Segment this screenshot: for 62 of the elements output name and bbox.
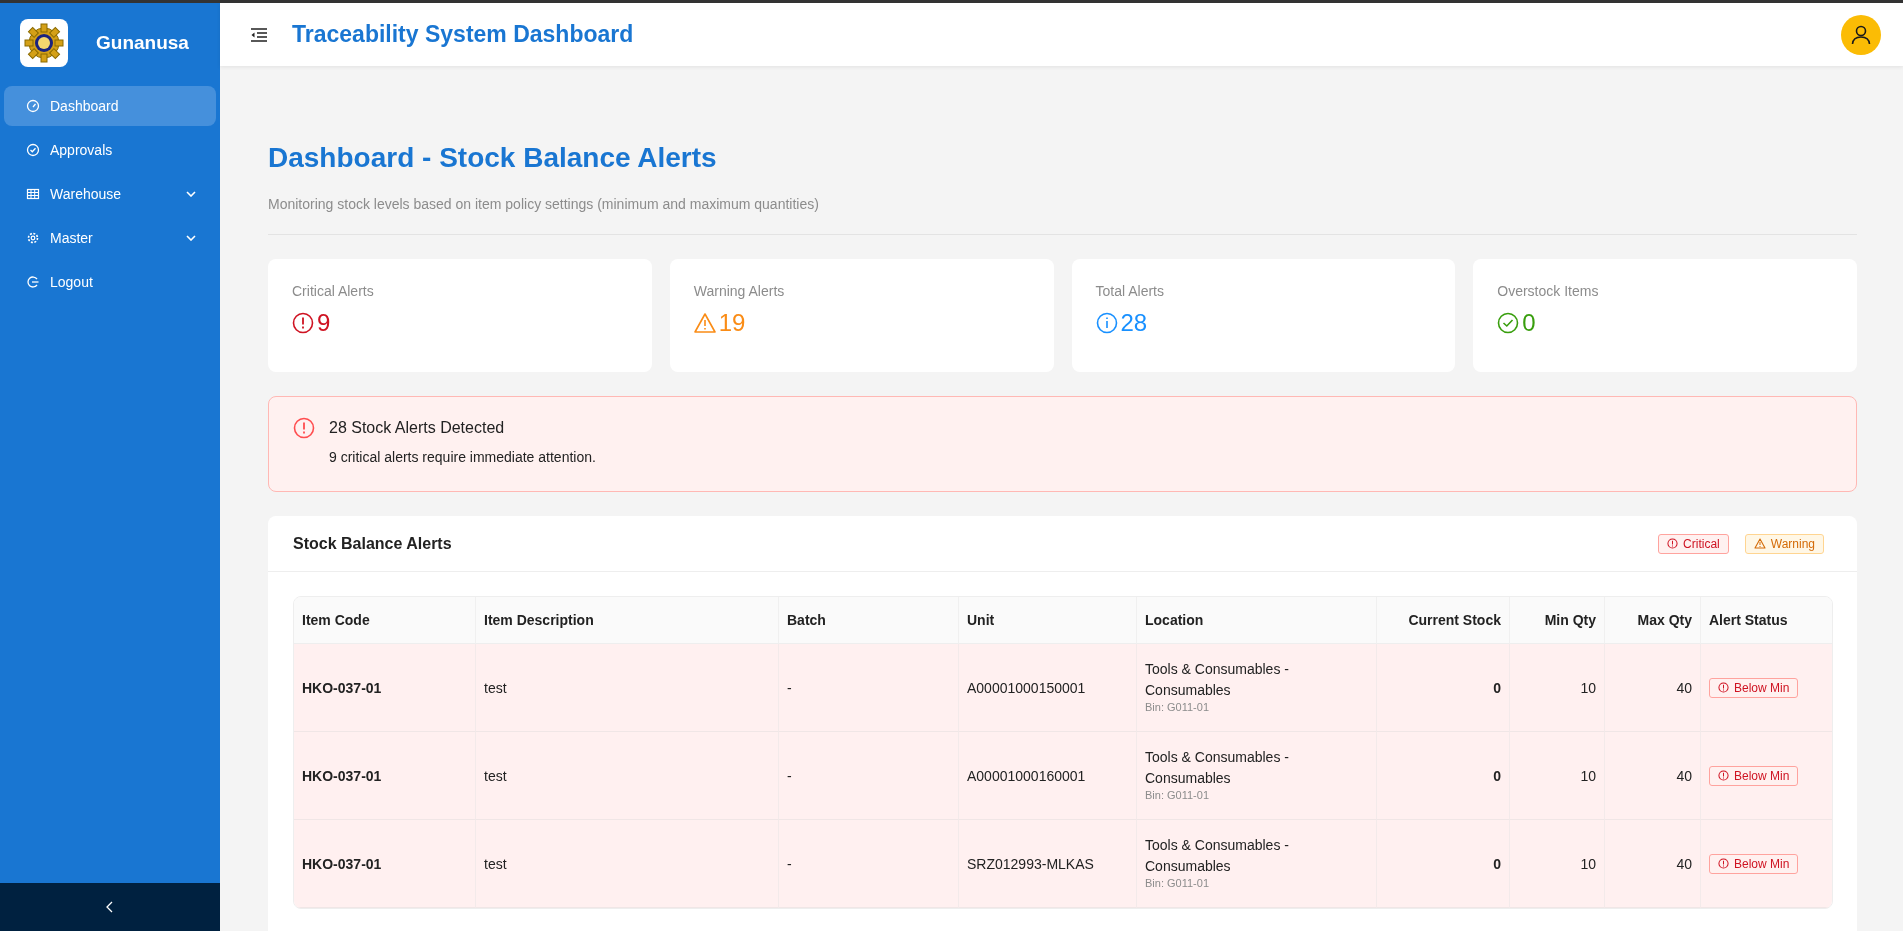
location-text: Tools & Consumables - Consumables <box>1145 660 1290 700</box>
table-cell: SRZ012993-MLKAS <box>958 820 1136 908</box>
user-avatar-icon[interactable] <box>1841 14 1881 55</box>
alert-message: 9 critical alerts require immediate attention. <box>329 449 596 465</box>
column-header: Current Stock <box>1376 597 1509 644</box>
exclamation-circle-icon <box>1718 682 1729 693</box>
exclamation-circle-icon <box>293 417 315 439</box>
stat-label: Critical Alerts <box>292 283 375 299</box>
column-header: Location <box>1136 597 1376 644</box>
sidebar-item[interactable]: Master <box>4 218 216 258</box>
status-label: Below Min <box>1734 856 1790 871</box>
app-title: Traceability System Dashboard <box>292 21 635 48</box>
gauge-icon <box>26 99 40 113</box>
stat-value: 19 <box>718 309 746 337</box>
table-cell: test <box>475 820 778 908</box>
location-text: Tools & Consumables - Consumables <box>1145 748 1290 788</box>
stat-label: Warning Alerts <box>693 283 786 299</box>
legend-label: Critical <box>1683 536 1720 551</box>
exclamation-circle-icon <box>1718 770 1729 781</box>
location-text: Tools & Consumables - Consumables <box>1145 836 1290 876</box>
table-cell: 0 <box>1376 820 1509 908</box>
table-cell: - <box>778 820 958 908</box>
page-title: Dashboard - Stock Balance Alerts <box>268 142 718 174</box>
bin-text: Bin: G011-01 <box>1145 875 1210 891</box>
warning-icon <box>1753 538 1766 549</box>
sidebar-item[interactable]: Warehouse <box>4 174 216 214</box>
page-subtitle: Monitoring stock levels based on item policy settings (minimum and maximum quantities) <box>268 196 820 212</box>
brand-name: Gunanusa <box>96 32 189 54</box>
exclamation-circle-icon <box>1667 538 1679 549</box>
logout-icon <box>26 275 40 289</box>
settings-icon <box>26 231 40 245</box>
check-circle-icon <box>26 143 40 157</box>
alert-title: 28 Stock Alerts Detected <box>329 419 506 437</box>
sidebar-item[interactable]: Approvals <box>4 130 216 170</box>
stat-value: 9 <box>317 309 331 337</box>
column-header: Alert Status <box>1700 597 1832 644</box>
column-header: Unit <box>958 597 1136 644</box>
table-cell: 10 <box>1509 820 1604 908</box>
column-header: Item Description <box>475 597 778 644</box>
stat-label: Overstock Items <box>1497 283 1600 299</box>
column-header: Batch <box>778 597 958 644</box>
sidebar-item[interactable]: Logout <box>4 262 216 302</box>
menu-icon[interactable] <box>250 27 268 42</box>
table-title: Stock Balance Alerts <box>293 534 452 553</box>
bin-text: Bin: G011-01 <box>1145 699 1210 715</box>
column-header: Min Qty <box>1509 597 1604 644</box>
gear-logo-icon <box>20 19 68 67</box>
sidebar-item[interactable]: Dashboard <box>4 86 216 126</box>
table-cell: HKO-037-01 <box>294 820 475 908</box>
stat-label: Total Alerts <box>1095 283 1165 299</box>
status-label: Below Min <box>1734 680 1790 695</box>
stat-value: 0 <box>1522 309 1536 337</box>
bin-text: Bin: G011-01 <box>1145 787 1210 803</box>
table-cell: 40 <box>1604 820 1700 908</box>
exclamation-circle-icon <box>1718 858 1729 869</box>
stat-value: 28 <box>1120 309 1148 337</box>
chevron-left-icon <box>106 901 114 913</box>
status-label: Below Min <box>1734 768 1790 783</box>
column-header: Max Qty <box>1604 597 1700 644</box>
table-icon <box>26 187 40 201</box>
legend-label: Warning <box>1770 536 1815 551</box>
column-header: Item Code <box>294 597 475 644</box>
